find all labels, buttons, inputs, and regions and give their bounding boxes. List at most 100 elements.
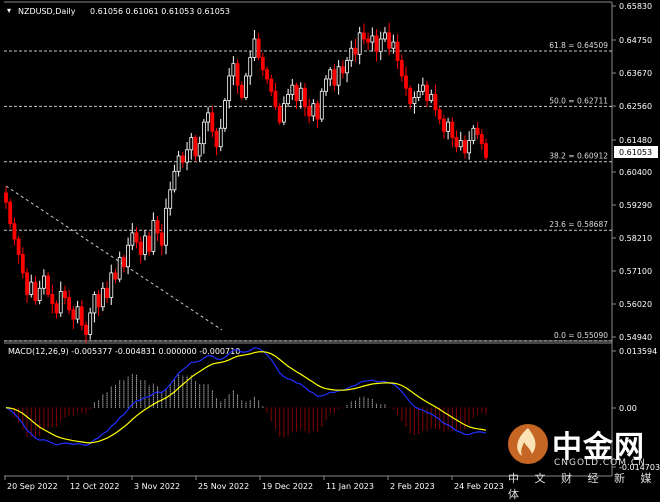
candle-body (235, 63, 240, 86)
candle-body (336, 66, 341, 86)
candle-body (328, 69, 333, 80)
candle-body (281, 103, 286, 123)
candle-body (286, 94, 291, 105)
candle-body (366, 38, 371, 43)
candle-body (134, 232, 139, 243)
candle-body (180, 155, 185, 163)
candle-body (277, 106, 282, 123)
candle-body (383, 32, 387, 40)
candle-body (25, 272, 29, 295)
chart-window[interactable]: ▾ NZDUSD,Daily 0.61056 0.61061 0.61053 0… (0, 0, 660, 501)
fib-level-label: 0.0 = 0.55090 (554, 331, 608, 340)
candle-body (231, 63, 236, 77)
candle-body (201, 121, 206, 145)
chart-symbol-icon: ▾ (7, 6, 11, 15)
price-tick-label: 0.56020 (619, 300, 652, 309)
candle-body (84, 324, 88, 335)
candle-body (155, 220, 160, 234)
candle-body (298, 87, 303, 101)
candle-body (185, 149, 189, 163)
candle-body (58, 290, 63, 314)
candle-body (471, 127, 476, 141)
time-tick-label: 20 Sep 2022 (7, 482, 58, 491)
candle-body (357, 32, 362, 55)
candle-body (353, 47, 358, 55)
candle-body (361, 32, 366, 40)
candle-body (92, 294, 97, 314)
flame-logo-icon (508, 424, 548, 464)
candle-body (391, 41, 396, 49)
candle-body (458, 140, 463, 148)
candle-body (378, 38, 383, 52)
candle-body (164, 207, 168, 246)
candle-body (4, 192, 8, 203)
candle-body (130, 232, 135, 246)
time-tick-label: 2 Feb 2023 (390, 482, 435, 491)
price-tick-label: 0.60400 (619, 168, 652, 177)
symbol-timeframe: NZDUSD,Daily (18, 7, 76, 16)
candle-body (408, 87, 413, 105)
candle-body (50, 294, 55, 305)
candle-body (475, 127, 480, 135)
candle-body (126, 244, 131, 268)
time-tick-label: 3 Nov 2022 (134, 482, 180, 491)
candle-body (54, 303, 59, 314)
candle-body (206, 112, 211, 123)
candle-body (345, 60, 349, 74)
candle-body (307, 106, 312, 117)
candle-body (193, 137, 198, 157)
price-tick-label: 0.59290 (619, 201, 652, 210)
candle-body (315, 103, 320, 120)
fib-level-label: 38.2 = 0.60912 (549, 152, 608, 161)
candle-body (303, 87, 307, 108)
macd-indicator-label[interactable]: MACD(12,26,9) -0.005377 -0.004831 0.0000… (8, 347, 240, 356)
candle-body (340, 66, 345, 74)
candle-body (425, 84, 429, 101)
candle-body (109, 272, 114, 298)
candle-body (374, 35, 379, 52)
current-price-label: 0.61053 (619, 148, 652, 157)
price-tick-label: 0.64750 (619, 36, 652, 45)
candle-body (29, 281, 34, 295)
time-tick-label: 24 Feb 2023 (454, 482, 504, 491)
price-tick-label: 0.65830 (619, 2, 652, 11)
candle-body (117, 257, 122, 280)
candle-body (429, 94, 434, 101)
price-tick-label: 0.62560 (619, 102, 652, 111)
candle-body (319, 90, 324, 120)
candle-body (210, 112, 215, 132)
price-tick-label: 0.54940 (619, 333, 652, 342)
candle-body (324, 78, 328, 92)
candle-body (294, 84, 299, 101)
candle-body (269, 78, 274, 92)
candle-body (252, 38, 257, 58)
candle-body (33, 281, 38, 302)
candle-body (484, 143, 488, 158)
candle-body (265, 69, 269, 80)
candle-body (256, 38, 261, 58)
candle-body (67, 297, 72, 311)
candle-body (437, 109, 442, 120)
candle-body (395, 41, 400, 61)
candle-body (420, 84, 425, 92)
time-tick-label: 25 Nov 2022 (198, 482, 249, 491)
candle-body (412, 97, 417, 105)
candle-body (454, 137, 459, 148)
ohlc-readout: 0.61056 0.61061 0.61053 0.61053 (90, 7, 230, 16)
candle-body (441, 118, 446, 132)
candle-body (8, 201, 13, 225)
price-tick-label: 0.63670 (619, 69, 652, 78)
candle-body (138, 241, 143, 255)
candle-body (41, 275, 46, 289)
candle-body (244, 75, 248, 98)
candle-body (16, 238, 21, 255)
candle-body (20, 254, 25, 274)
time-tick-label: 11 Jan 2023 (326, 482, 374, 491)
price-tick-label: 0.57100 (619, 267, 652, 276)
candle-body (450, 121, 455, 138)
candle-body (176, 155, 181, 172)
fib-level-label: 23.6 = 0.58687 (549, 220, 608, 229)
candle-body (88, 312, 93, 335)
candle-body (100, 287, 105, 308)
candle-body (151, 220, 156, 252)
